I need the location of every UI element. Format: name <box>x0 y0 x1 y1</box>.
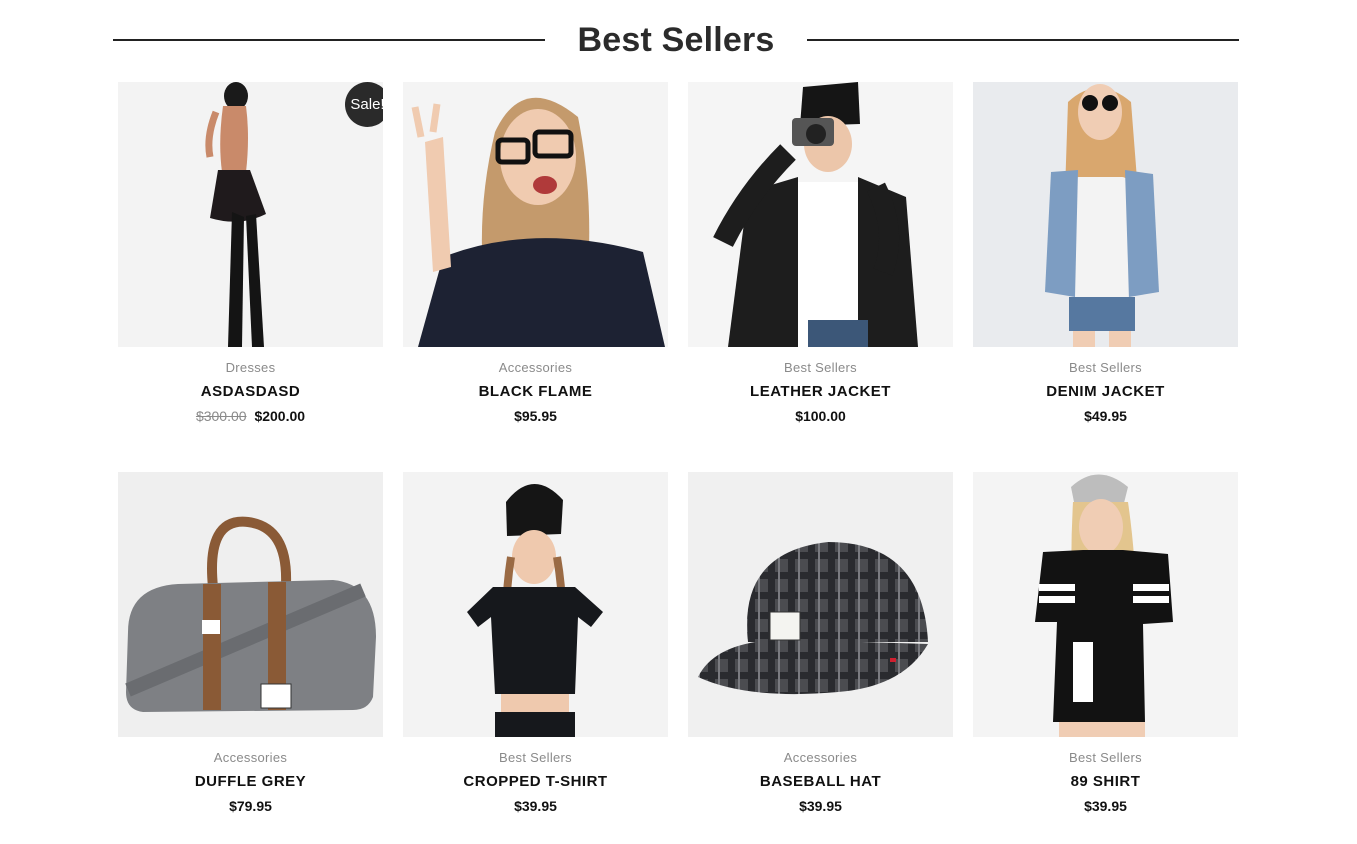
product-category[interactable]: Accessories <box>403 360 668 375</box>
sale-badge: Sale! <box>345 82 383 127</box>
heading-divider-right <box>806 39 1240 41</box>
product-title[interactable]: DUFFLE GREY <box>118 773 383 790</box>
product-image[interactable] <box>688 472 953 737</box>
grey-duffle-bag-image <box>118 472 383 737</box>
product-title[interactable]: DENIM JACKET <box>973 383 1238 400</box>
product-card[interactable]: Best Sellers DENIM JACKET $49.95 <box>973 82 1238 429</box>
sale-price: $200.00 <box>254 408 306 424</box>
product-category[interactable]: Best Sellers <box>973 360 1238 375</box>
product-image[interactable] <box>688 82 953 347</box>
product-price: $95.95 <box>514 408 557 424</box>
product-category[interactable]: Best Sellers <box>973 750 1238 765</box>
product-category[interactable]: Accessories <box>688 750 953 765</box>
product-image[interactable] <box>118 472 383 737</box>
product-grid: Sale! Dresses ASDASDASD $300.00 $200.00 … <box>118 82 1238 819</box>
product-image[interactable] <box>403 82 668 347</box>
original-price: $300.00 <box>195 408 247 424</box>
product-image[interactable] <box>403 472 668 737</box>
glasses-sweater-model-image <box>403 82 668 347</box>
product-card[interactable]: Best Sellers LEATHER JACKET $100.00 <box>688 82 953 429</box>
product-category[interactable]: Dresses <box>118 360 383 375</box>
leather-jacket-camera-model-image <box>688 82 953 347</box>
product-price: $79.95 <box>229 798 272 814</box>
product-card[interactable]: Sale! Dresses ASDASDASD $300.00 $200.00 <box>118 82 383 429</box>
product-title[interactable]: ASDASDASD <box>118 383 383 400</box>
section-title: Best Sellers <box>577 20 775 59</box>
plaid-baseball-hat-image <box>688 472 953 737</box>
printed-shirt-model-image <box>973 472 1238 737</box>
product-title[interactable]: CROPPED T-SHIRT <box>403 773 668 790</box>
product-price: $300.00 $200.00 <box>118 408 383 424</box>
product-card[interactable]: Best Sellers CROPPED T-SHIRT $39.95 <box>403 472 668 819</box>
product-price: $100.00 <box>795 408 846 424</box>
cropped-tshirt-model-image <box>403 472 668 737</box>
product-card[interactable]: Accessories BLACK FLAME $95.95 <box>403 82 668 429</box>
product-image[interactable]: Sale! <box>118 82 383 347</box>
product-image[interactable] <box>973 82 1238 347</box>
product-price: $39.95 <box>514 798 557 814</box>
product-card[interactable]: Best Sellers 89 SHIRT $39.95 <box>973 472 1238 819</box>
product-card[interactable]: Accessories BASEBALL HAT $39.95 <box>688 472 953 819</box>
product-category[interactable]: Best Sellers <box>688 360 953 375</box>
product-category[interactable]: Best Sellers <box>403 750 668 765</box>
product-title[interactable]: LEATHER JACKET <box>688 383 953 400</box>
heading-divider-left <box>113 39 546 41</box>
denim-jacket-model-image <box>973 82 1238 347</box>
product-title[interactable]: BASEBALL HAT <box>688 773 953 790</box>
black-dress-model-image <box>118 82 383 347</box>
product-title[interactable]: BLACK FLAME <box>403 383 668 400</box>
product-category[interactable]: Accessories <box>118 750 383 765</box>
product-title[interactable]: 89 SHIRT <box>973 773 1238 790</box>
section-heading: Best Sellers <box>113 18 1240 62</box>
product-image[interactable] <box>973 472 1238 737</box>
product-price: $39.95 <box>1084 798 1127 814</box>
product-price: $49.95 <box>1084 408 1127 424</box>
product-card[interactable]: Accessories DUFFLE GREY $79.95 <box>118 472 383 819</box>
product-price: $39.95 <box>799 798 842 814</box>
